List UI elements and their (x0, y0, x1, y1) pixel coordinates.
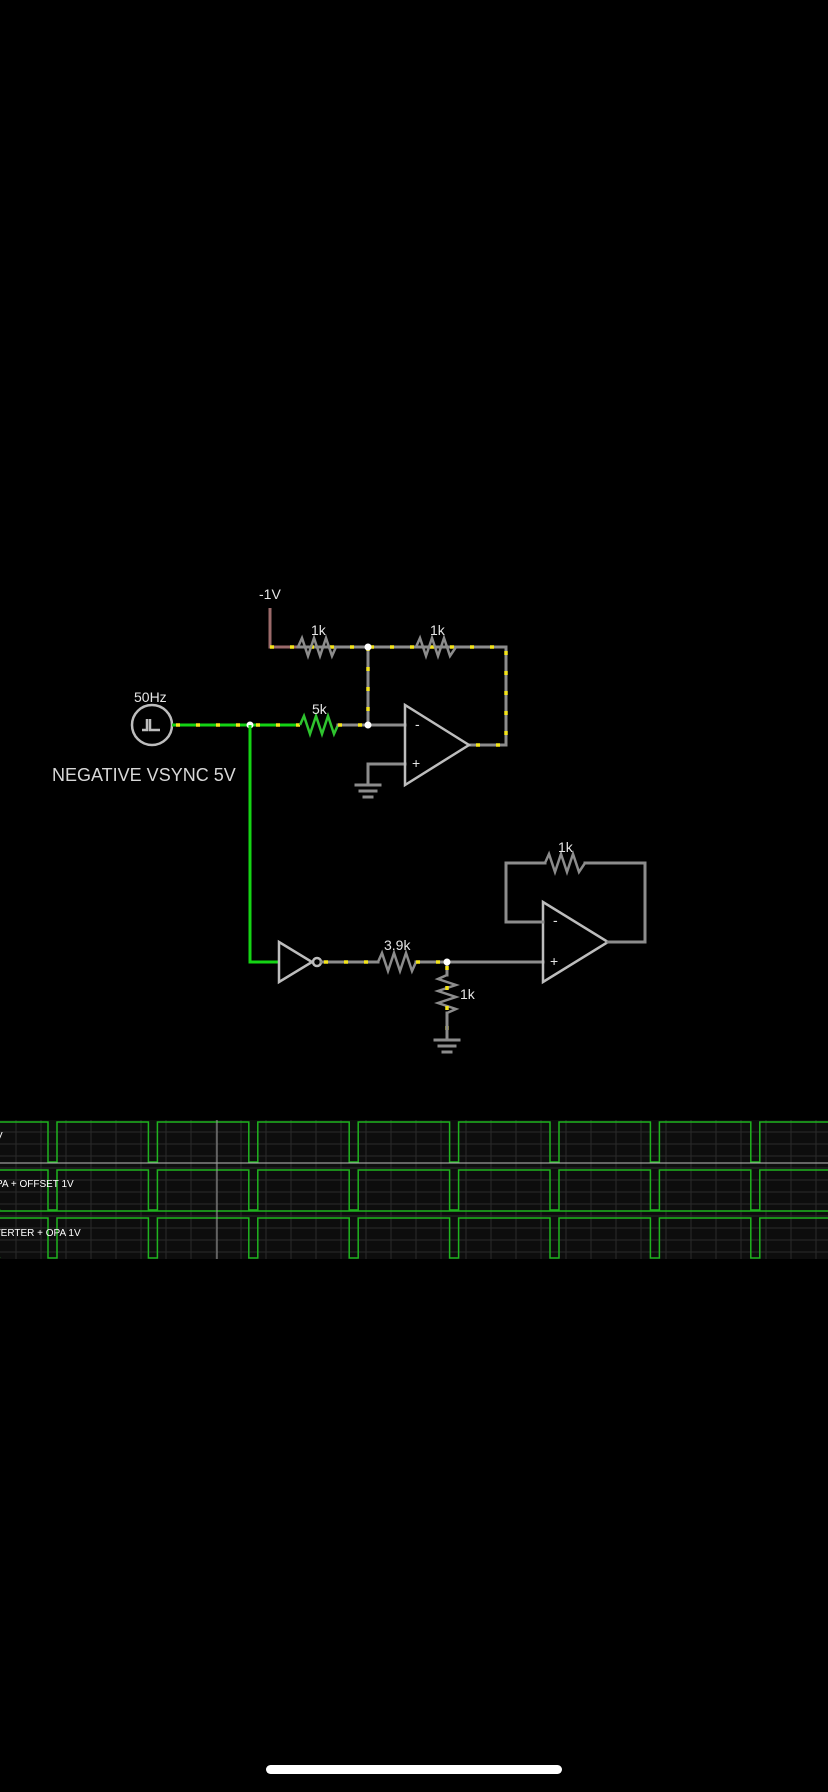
opamp-minus-sign: - (415, 716, 420, 732)
ground-icon (354, 783, 382, 799)
supply-wire[interactable] (268, 608, 298, 649)
ground-icon (433, 1038, 461, 1054)
inverter-follower[interactable]: 3.9k 1k - + 1k (248, 725, 647, 1054)
inverter-input-wire[interactable] (248, 725, 279, 964)
junction-node (443, 958, 451, 966)
square-wave-source-icon[interactable] (130, 703, 174, 747)
square-wave-glyph (142, 719, 160, 732)
resistor-label: 1k (311, 622, 327, 638)
junction-node (364, 721, 372, 729)
resistor-label: 3.9k (384, 937, 411, 953)
scope-trace-label: VERTER + OPA 1V (0, 1228, 81, 1239)
home-indicator[interactable] (266, 1765, 562, 1774)
supply-label: -1V (259, 586, 281, 602)
resistor-5k-input[interactable] (298, 712, 340, 738)
resistor-1k-top-left[interactable] (296, 634, 338, 660)
resistor-3-9k[interactable] (376, 949, 418, 975)
current-dots-top (270, 645, 508, 747)
inverter-gate[interactable] (277, 939, 315, 985)
resistor-1k-feedback-2[interactable] (543, 850, 587, 876)
scope-trace-label: PA + OFFSET 1V (0, 1179, 74, 1190)
opamp-minus-sign: - (553, 912, 558, 928)
resistor-label: 1k (558, 839, 574, 855)
offset-amplifier[interactable]: -1V 1k 1k 50Hz NEGATIVE VSYNC 5V 5k - + (52, 586, 508, 799)
source-name-label: NEGATIVE VSYNC 5V (52, 765, 236, 785)
resistor-label: 5k (312, 701, 328, 717)
scope-trace-label: V (0, 1131, 3, 1142)
source-frequency-label: 50Hz (134, 689, 167, 705)
noninverting-input-wire[interactable] (366, 762, 407, 787)
feedback-loop-wire[interactable] (504, 861, 647, 944)
opamp-plus-sign: + (412, 755, 420, 771)
circuit-canvas[interactable]: -1V 1k 1k 50Hz NEGATIVE VSYNC 5V 5k - + … (0, 0, 828, 1792)
opamp-plus-sign: + (550, 953, 558, 969)
junction-node (364, 643, 372, 651)
resistor-label: 1k (460, 986, 476, 1002)
scope-panel[interactable]: V PA + OFFSET 1V VERTER + OPA 1V (0, 1120, 828, 1259)
top-wire[interactable] (296, 645, 508, 747)
resistor-label: 1k (430, 622, 446, 638)
scope-background (0, 1120, 828, 1259)
